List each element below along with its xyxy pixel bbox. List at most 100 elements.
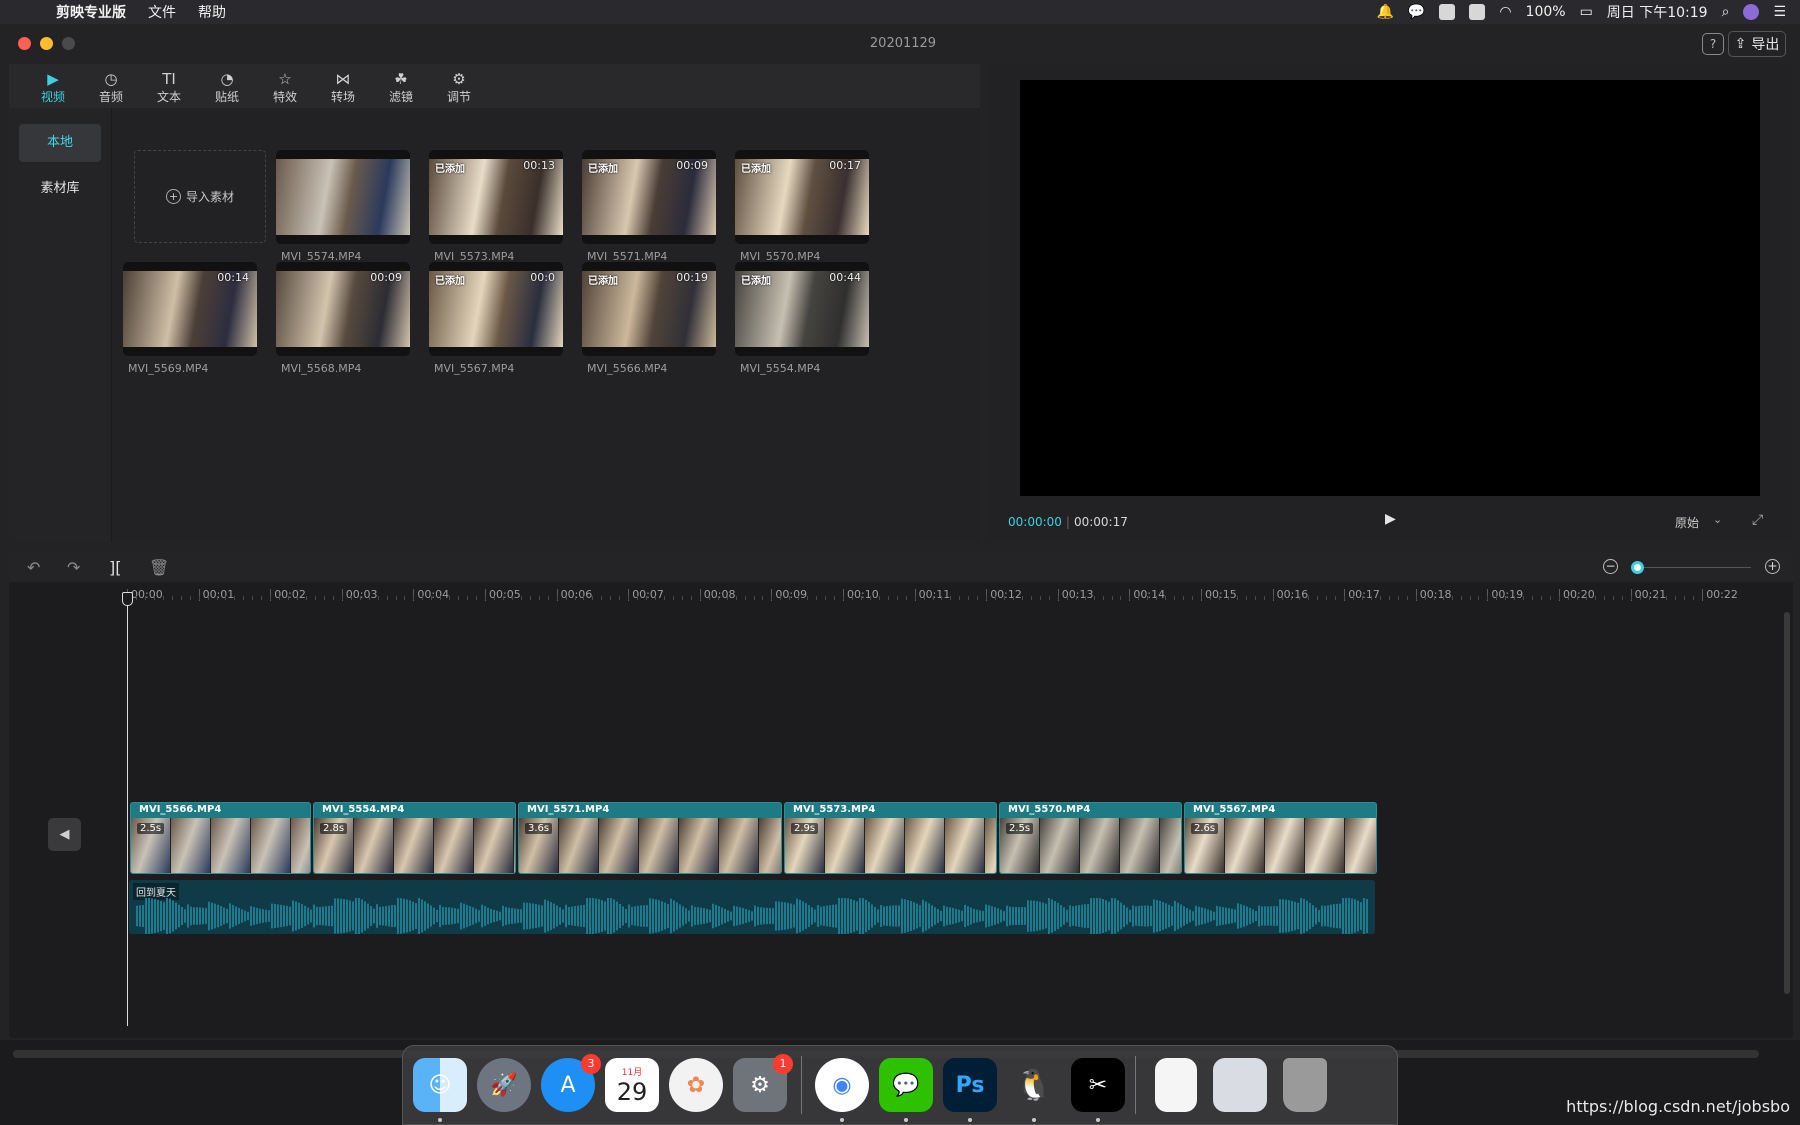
media-thumbnail[interactable]: 已添加 00:19 — [582, 262, 716, 356]
delete-icon[interactable]: 🗑 — [149, 558, 169, 577]
ruler-minor-tick — [896, 596, 898, 600]
tab-transition[interactable]: ⋈ 转场 — [314, 64, 372, 108]
media-thumbnail[interactable]: 已添加 00:13 — [429, 150, 563, 244]
spotlight-search-icon[interactable]: ⌕ — [1722, 4, 1730, 20]
battery-icon[interactable]: ▭ — [1580, 4, 1593, 20]
tab-audio[interactable]: ◷ 音频 — [82, 64, 140, 108]
media-thumbnail[interactable]: 已添加 00:44 — [735, 262, 869, 356]
time-separator: | — [1065, 515, 1070, 529]
help-button[interactable]: ? — [1702, 33, 1724, 55]
tab-adjust[interactable]: ⚙ 调节 — [430, 64, 488, 108]
undo-icon[interactable]: ↶ — [27, 558, 40, 577]
screenshot-stack-icon[interactable] — [1213, 1058, 1267, 1112]
document-icon[interactable] — [1155, 1058, 1197, 1112]
control-center-icon[interactable]: ☰ — [1773, 4, 1786, 20]
redo-icon[interactable]: ↷ — [67, 558, 80, 577]
playhead-line[interactable] — [127, 592, 128, 1026]
zoom-out-button[interactable]: − — [1603, 559, 1618, 574]
aspect-ratio-select[interactable]: 原始 — [1675, 514, 1699, 531]
ruler-minor-tick — [860, 596, 862, 600]
time-ruler[interactable]: 00:00 00:01 00:02 00:03 00:04 00:05 00:06 00:07… — [9, 588, 1793, 610]
tab-filter[interactable]: ☘ 滤镜 — [372, 64, 430, 108]
tab-text[interactable]: TI 文本 — [140, 64, 198, 108]
notification-bell-icon[interactable]: 🔔 — [1376, 4, 1393, 20]
tab-video[interactable]: ▶ 视频 — [24, 64, 82, 108]
audio-track-clip[interactable]: 回到夏天 — [129, 880, 1375, 934]
zoom-slider-track[interactable] — [1635, 567, 1751, 568]
media-item[interactable]: 00:09 MVI_5568.MP4 — [276, 262, 410, 375]
media-item[interactable]: 已添加 00:0 MVI_5567.MP4 — [429, 262, 563, 375]
timeline-clip[interactable]: MVI_5570.MP4 2.5s — [999, 802, 1182, 874]
media-thumbnail[interactable]: 00:09 — [276, 262, 410, 356]
siri-icon[interactable] — [1743, 4, 1760, 20]
finder-icon[interactable]: ☺ — [413, 1058, 467, 1112]
jianying-icon[interactable]: ✂ — [1071, 1058, 1125, 1112]
media-thumbnail[interactable]: 已添加 00:17 — [735, 150, 869, 244]
battery-percent[interactable]: 100% — [1526, 4, 1566, 20]
fullscreen-icon[interactable]: ⤢ — [1752, 512, 1763, 528]
shield-status-icon[interactable] — [1439, 4, 1456, 20]
timeline-clip[interactable]: MVI_5554.MP4 2.8s — [313, 802, 516, 874]
ruler-minor-tick — [1648, 596, 1650, 600]
app-window: 20201129 ? ⇪ 导出 ▶ 视频 ◷ 音频 TI 文本 ◔ 贴纸 ☆ 特效 ⋈ 转场… — [0, 24, 1800, 1058]
media-thumbnail[interactable] — [276, 150, 410, 244]
media-item[interactable]: 已添加 00:44 MVI_5554.MP4 — [735, 262, 869, 375]
menu-help[interactable]: 帮助 — [198, 2, 226, 22]
ruler-minor-tick — [538, 596, 540, 600]
media-item[interactable]: 已添加 00:19 MVI_5566.MP4 — [582, 262, 716, 375]
media-item[interactable]: MVI_5574.MP4 — [276, 150, 410, 263]
ruler-minor-tick — [1156, 596, 1158, 600]
input-method-icon[interactable] — [1469, 4, 1486, 20]
qq-icon[interactable]: 🐧 — [1007, 1058, 1061, 1112]
media-item[interactable]: 已添加 00:09 MVI_5571.MP4 — [582, 150, 716, 263]
media-item[interactable]: 00:14 MVI_5569.MP4 — [123, 262, 257, 375]
ruler-minor-tick — [1612, 596, 1614, 600]
media-thumbnail[interactable]: 已添加 00:09 — [582, 150, 716, 244]
playhead-handle[interactable] — [122, 592, 133, 606]
launchpad-icon[interactable]: 🚀 — [477, 1058, 531, 1112]
import-media-button[interactable]: + 导入素材 — [134, 150, 266, 243]
added-badge: 已添加 — [741, 276, 771, 287]
media-item[interactable]: 已添加 00:17 MVI_5570.MP4 — [735, 150, 869, 263]
wechat-icon[interactable]: 💬 — [879, 1058, 933, 1112]
split-icon[interactable]: ][ — [109, 558, 121, 577]
ruler-minor-tick — [1523, 596, 1525, 600]
menu-file[interactable]: 文件 — [148, 2, 176, 22]
preview-screen[interactable] — [1020, 80, 1760, 496]
calendar-icon[interactable]: 11月 29 — [605, 1058, 659, 1112]
ruler-minor-tick — [135, 596, 137, 600]
ruler-minor-tick — [377, 596, 379, 600]
ruler-minor-tick — [1442, 596, 1444, 600]
video-icon: ▶ — [47, 70, 59, 88]
timeline-clip[interactable]: MVI_5573.MP4 2.9s — [784, 802, 997, 874]
media-duration: 00:13 — [523, 159, 555, 172]
menu-app-name[interactable]: 剪映专业版 — [56, 2, 126, 22]
timeline-clip[interactable]: MVI_5571.MP4 3.6s — [518, 802, 782, 874]
media-item[interactable]: 已添加 00:13 MVI_5573.MP4 — [429, 150, 563, 263]
trash-icon[interactable] — [1283, 1058, 1327, 1112]
sidebar-item-local[interactable]: 本地 — [19, 124, 101, 162]
vertical-scrollbar[interactable] — [1784, 612, 1790, 994]
play-button[interactable]: ▶ — [1385, 511, 1405, 531]
zoom-in-button[interactable]: + — [1765, 559, 1780, 574]
wechat-status-icon[interactable]: 💬 — [1408, 4, 1425, 20]
ruler-minor-tick — [395, 596, 397, 600]
ruler-minor-tick — [664, 596, 665, 600]
sidebar-item-library[interactable]: 素材库 — [19, 170, 101, 208]
photos-icon[interactable]: ✿ — [669, 1058, 723, 1112]
media-thumbnail[interactable]: 已添加 00:0 — [429, 262, 563, 356]
photoshop-icon[interactable]: Ps — [943, 1058, 997, 1112]
tab-effects[interactable]: ☆ 特效 — [256, 64, 314, 108]
chrome-icon[interactable]: ◉ — [815, 1058, 869, 1112]
wifi-icon[interactable]: ◠ — [1499, 4, 1511, 20]
chevron-down-icon[interactable]: ⌄ — [1713, 513, 1722, 526]
export-button[interactable]: ⇪ 导出 — [1728, 31, 1786, 57]
mute-track-button[interactable]: ◀ — [48, 818, 81, 851]
zoom-slider-knob[interactable] — [1631, 561, 1644, 574]
clock[interactable]: 周日 下午10:19 — [1607, 2, 1708, 22]
timeline-clip[interactable]: MVI_5567.MP4 2.6s — [1184, 802, 1377, 874]
tab-sticker[interactable]: ◔ 贴纸 — [198, 64, 256, 108]
audio-waveform — [136, 898, 1368, 934]
media-thumbnail[interactable]: 00:14 — [123, 262, 257, 356]
timeline-clip[interactable]: MVI_5566.MP4 2.5s — [130, 802, 311, 874]
